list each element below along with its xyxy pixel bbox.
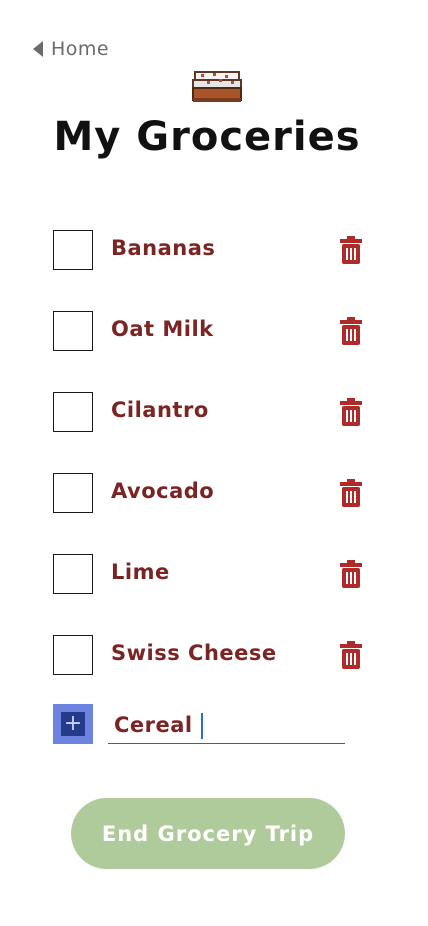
list-item: Oat Milk bbox=[53, 311, 373, 351]
list-item: Bananas bbox=[53, 230, 373, 270]
home-back-link[interactable]: Home bbox=[33, 36, 109, 62]
item-label: Bananas bbox=[111, 236, 216, 260]
trash-icon[interactable] bbox=[339, 398, 363, 426]
item-label: Lime bbox=[111, 560, 170, 584]
item-label: Cilantro bbox=[111, 398, 209, 422]
home-link-label: Home bbox=[51, 38, 110, 60]
item-checkbox[interactable] bbox=[53, 311, 93, 351]
item-label: Avocado bbox=[111, 479, 215, 503]
trash-icon[interactable] bbox=[339, 236, 363, 264]
trash-icon[interactable] bbox=[339, 641, 363, 669]
list-item: Avocado bbox=[53, 473, 373, 513]
list-item: Swiss Cheese bbox=[53, 635, 373, 675]
list-item: Lime bbox=[53, 554, 373, 594]
page-title: My Groceries bbox=[53, 114, 361, 160]
back-arrow-icon bbox=[33, 41, 43, 57]
item-checkbox[interactable] bbox=[53, 230, 93, 270]
new-item-input[interactable]: Cereal bbox=[108, 706, 345, 744]
add-item-button[interactable]: + bbox=[53, 704, 93, 744]
item-label: Oat Milk bbox=[111, 317, 214, 341]
end-grocery-trip-button[interactable]: End Grocery Trip bbox=[71, 798, 345, 869]
item-checkbox[interactable] bbox=[53, 554, 93, 594]
item-checkbox[interactable] bbox=[53, 635, 93, 675]
list-item: Cilantro bbox=[53, 392, 373, 432]
trash-icon[interactable] bbox=[339, 560, 363, 588]
item-checkbox[interactable] bbox=[53, 392, 93, 432]
trash-icon[interactable] bbox=[339, 479, 363, 507]
add-item-row: + Cereal bbox=[53, 704, 353, 744]
item-checkbox[interactable] bbox=[53, 473, 93, 513]
item-label: Swiss Cheese bbox=[111, 641, 277, 665]
plus-icon: + bbox=[61, 712, 85, 736]
cake-icon bbox=[192, 71, 242, 102]
text-caret bbox=[200, 713, 203, 739]
new-item-input-value: Cereal bbox=[114, 713, 203, 739]
trash-icon[interactable] bbox=[339, 317, 363, 345]
